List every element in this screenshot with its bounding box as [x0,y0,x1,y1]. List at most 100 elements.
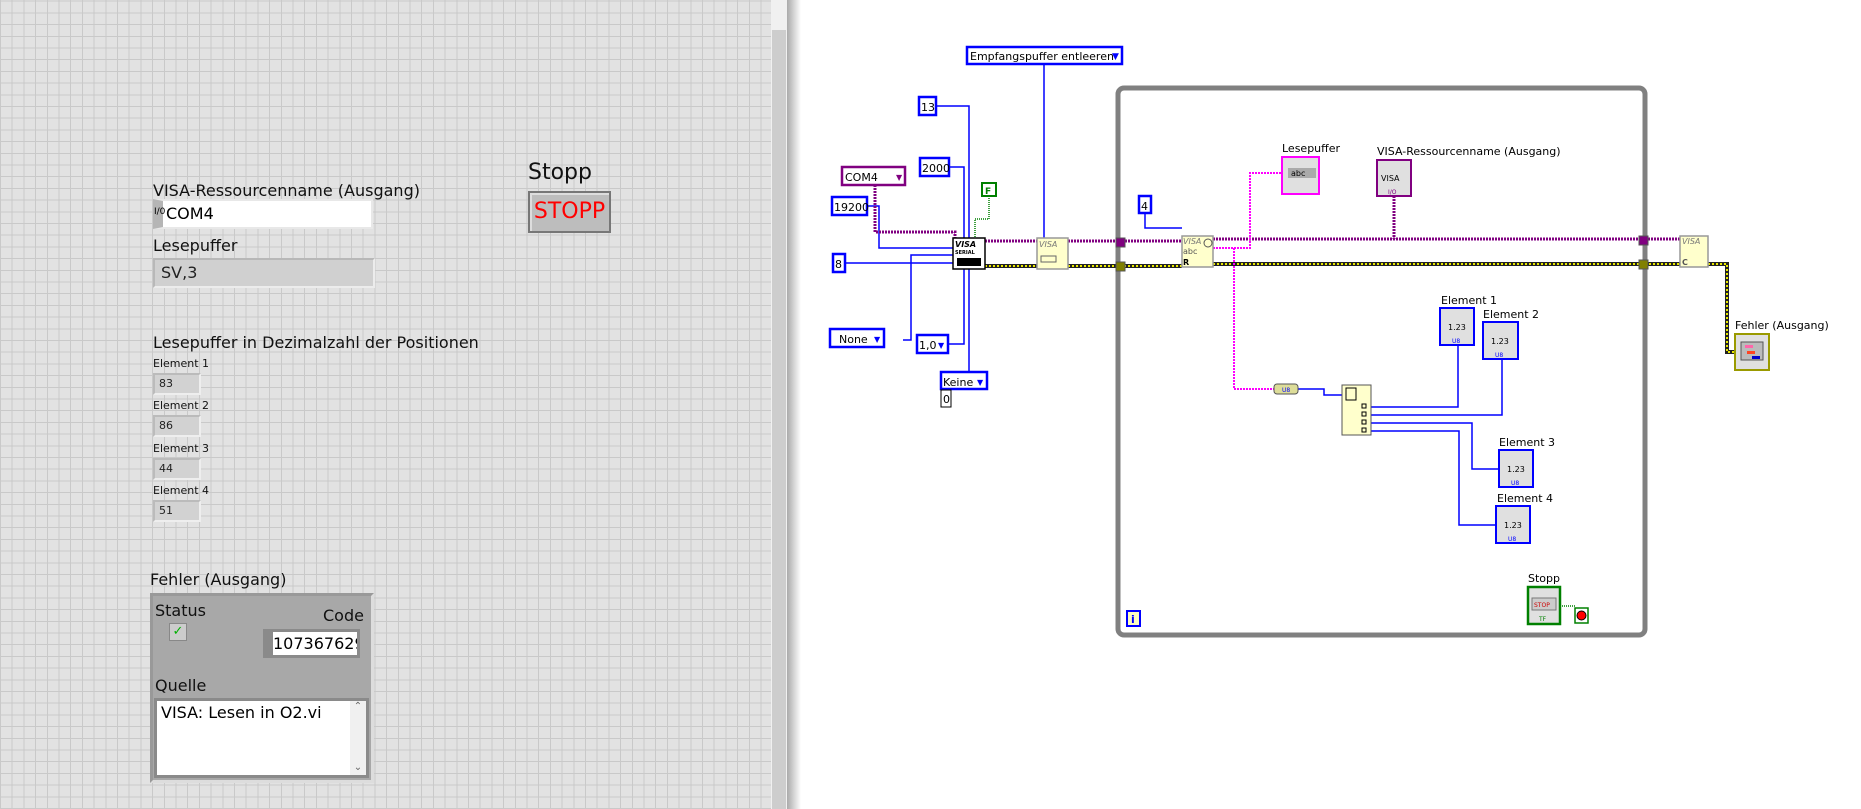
error-wire[interactable] [985,263,1736,353]
read-r-text: R [1183,258,1189,267]
source-scrollbar[interactable]: ⌃ ⌄ [350,701,366,775]
index-array-node[interactable] [1341,384,1372,436]
u8-text: U8 [1495,352,1503,359]
read-buffer-terminal-label: Lesepuffer [1282,142,1341,155]
element2-terminal-label: Element 2 [1483,308,1539,321]
visa-tunnel-out [1638,235,1649,246]
scroll-down-icon[interactable]: ⌄ [350,762,366,773]
element4-terminal-label: Element 4 [1497,492,1553,505]
parity-text: None [839,333,868,346]
flow-value-text: 0 [943,393,950,406]
byte-count-text: 4 [1141,200,1148,213]
error-out-terminal-label: Fehler (Ausgang) [1735,319,1829,332]
dropdown-arrow-icon[interactable]: ▼ [1112,52,1119,62]
code-label: Code [323,606,364,625]
front-panel-scrollbar[interactable] [771,0,787,809]
visa-text: VISA [1039,240,1057,249]
visa-flush-node[interactable]: VISA [1036,237,1069,270]
element-wires[interactable] [1298,345,1503,526]
decimal-section-label: Lesepuffer in Dezimalzahl der Positionen [153,333,479,352]
u8-text: U8 [1452,338,1460,345]
baud-text: 19200 [834,201,869,214]
stop-button[interactable]: STOPP [528,191,611,233]
radix-indicator: d [265,638,272,649]
scrollbar-thumb[interactable] [772,30,786,809]
term-char-text: 13 [921,101,935,114]
visa-text: VISA [1381,174,1400,183]
loop-condition-stop-icon[interactable] [1574,607,1589,624]
visa-resource-value[interactable]: COM4 [166,204,214,223]
resource-text: COM4 [845,171,878,184]
front-panel: VISA-Ressourcenname (Ausgang) I/0 COM4 L… [0,0,771,809]
error-tunnel [1115,261,1126,272]
source-value: VISA: Lesen in O2.vi [161,703,322,722]
abc-text: abc [1183,247,1197,256]
element1-terminal-label: Element 1 [1441,294,1497,307]
io-text: I/O [1388,189,1397,196]
element1-label: Element 1 [153,357,210,370]
stop-label: Stopp [528,160,592,185]
error-tunnel-out [1638,259,1649,270]
element2-label: Element 2 [153,399,210,412]
status-label: Status [155,601,206,620]
close-c-text: C [1682,258,1688,267]
source-indicator: VISA: Lesen in O2.vi ⌃ ⌄ [154,698,369,778]
visa-close-node[interactable]: VISA C [1679,235,1709,268]
element2-terminal[interactable]: 1.23 U8 [1482,321,1519,360]
u8-text: U8 [1511,480,1519,487]
stop-bits-text: 1,0 [919,339,937,352]
string-wire[interactable] [1213,172,1282,390]
data-bits-text: 8 [835,258,842,271]
io-icon: I/0 [154,207,166,217]
element3-indicator: 44 [153,458,201,480]
error-out-label: Fehler (Ausgang) [150,570,287,589]
visa-configure-serial-node[interactable]: VISA SERIAL [952,237,986,270]
byte-count-wire[interactable] [1144,213,1182,229]
code-indicator: d 1073676294 [263,629,360,658]
read-buffer-terminal[interactable]: abc [1281,156,1320,195]
stop-terminal[interactable]: STOP TF [1526,585,1562,626]
term-enable-text: F [985,187,991,197]
scroll-up-icon[interactable]: ⌃ [350,701,366,712]
visa-read-node[interactable]: VISA abc R [1181,235,1214,268]
visa-resource-label: VISA-Ressourcenname (Ausgang) [153,181,420,200]
flow-text: Keine [943,376,973,389]
element3-terminal-label: Element 3 [1499,436,1555,449]
element1-terminal[interactable]: 1.23 U8 [1439,307,1475,346]
element4-terminal[interactable]: 1.23 U8 [1495,505,1531,544]
element1-indicator: 83 [153,373,201,395]
u8-text: U8 [1508,536,1516,543]
serial-port-icon [957,258,981,266]
visa-resource-control[interactable]: I/0 COM4 [153,199,373,229]
window-divider [787,0,801,809]
num-text: 1.23 [1507,465,1525,474]
source-label: Quelle [155,676,207,695]
read-buffer-label: Lesepuffer [153,236,238,255]
dropdown-arrow-icon[interactable]: ▼ [896,173,903,182]
dropdown-arrow-icon[interactable]: ▼ [874,335,881,344]
iteration-label: i [1131,613,1135,626]
dropdown-arrow-icon[interactable]: ▼ [938,341,945,350]
abc-text: abc [1291,169,1305,178]
string-to-u8-array-node[interactable]: U8 [1273,383,1299,395]
stop-terminal-label: Stopp [1528,572,1560,585]
status-checkmark-icon: ✓ [169,623,187,641]
block-diagram: i Empfangspuffer entleeren ▼ 13 2000 COM… [828,45,1829,638]
visa-tunnel [1115,237,1126,248]
dropdown-arrow-icon[interactable]: ▼ [977,378,984,387]
error-wire-bg[interactable] [985,262,1736,354]
serial-text: SERIAL [955,250,976,256]
u8-text: U8 [1282,387,1290,394]
num-text: 1.23 [1448,323,1466,332]
read-buffer-indicator: SV,3 [153,258,375,288]
error-out-terminal[interactable] [1734,333,1770,371]
num-text: 1.23 [1504,521,1522,530]
num-text: 1.23 [1491,337,1509,346]
element4-label: Element 4 [153,484,210,497]
tf-text: TF [1538,616,1547,623]
code-value: 1073676294 [273,634,357,653]
element3-label: Element 3 [153,442,210,455]
resource-out-terminal[interactable]: VISA I/O [1376,159,1412,197]
visa-text: VISA [1682,237,1700,246]
element3-terminal[interactable]: 1.23 U8 [1498,449,1534,488]
